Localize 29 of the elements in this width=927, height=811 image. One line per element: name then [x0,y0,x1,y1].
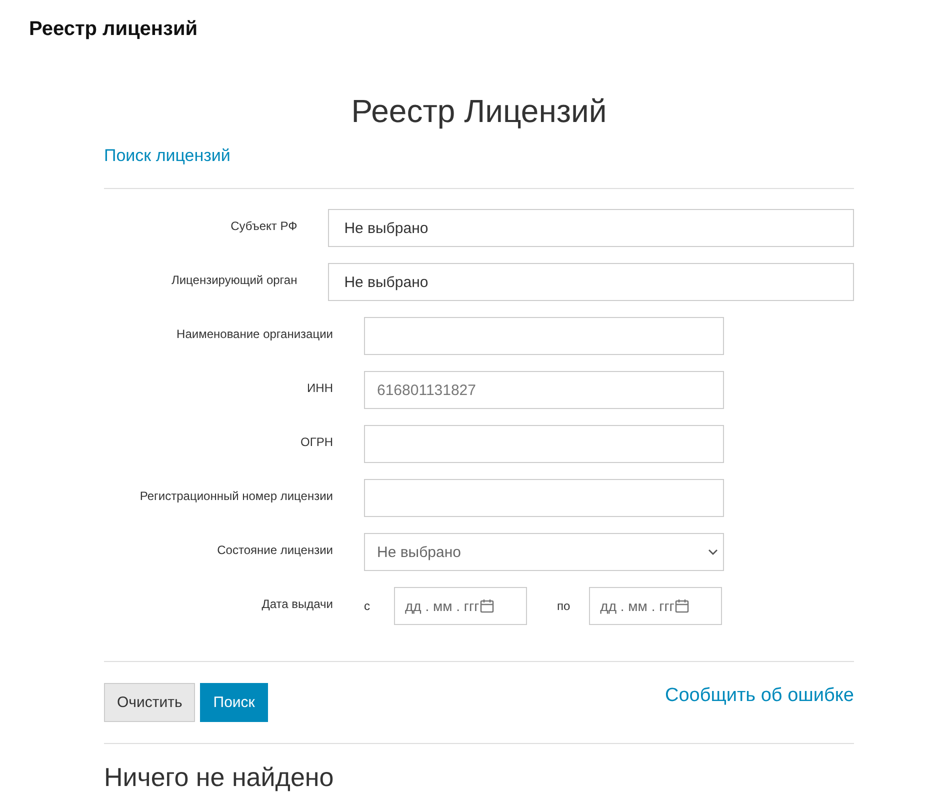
select-field[interactable]: Не выбрано [364,533,724,571]
field-label: ОГРН [299,434,333,449]
field-label: Наименование организации [176,326,333,341]
page-title: Реестр лицензий [29,18,198,41]
search-button[interactable]: Поиск [200,683,268,722]
field-label: Регистрационный номер лицензии [138,488,333,503]
field-label: Дата выдачи [260,596,333,611]
search-licenses-link[interactable]: Поиск лицензий [104,146,230,166]
input-field[interactable]: 616801131827 [364,371,724,409]
field-label: Субъект РФ [230,218,298,233]
no-results-message: Ничего не найдено [104,762,334,793]
select-field[interactable]: Не выбрано [328,263,854,301]
field-label: ИНН [306,380,333,395]
from-label: с [364,599,370,613]
field-label: Лицензирующий орган [170,272,298,287]
to-label: по [557,599,570,613]
chevron-down-icon [708,549,718,556]
date-field[interactable]: дд . мм . ггг [589,587,722,625]
calendar-icon[interactable] [480,599,494,613]
date-field[interactable]: дд . мм . ггг [394,587,527,625]
clear-button[interactable]: Очистить [104,683,196,722]
input-field[interactable] [364,479,724,517]
input-field[interactable] [364,317,724,355]
registry-heading: Реестр Лицензий [351,93,607,130]
calendar-icon[interactable] [675,599,690,613]
field-label: Состояние лицензии [216,542,333,557]
input-field[interactable] [364,425,724,463]
select-field[interactable]: Не выбрано [328,209,854,247]
report-error-link[interactable]: Сообщить об ошибке [665,685,854,707]
